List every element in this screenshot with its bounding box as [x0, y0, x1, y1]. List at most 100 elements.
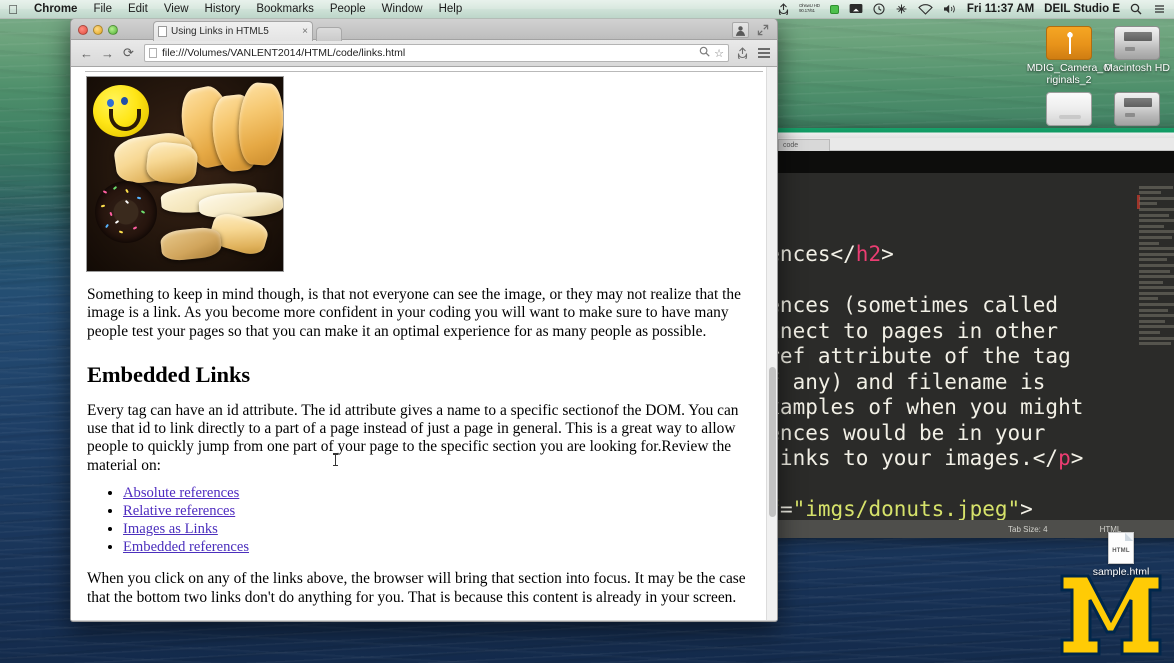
m-logo-svg: [1058, 570, 1164, 658]
code-line: erences</h2>: [776, 242, 1174, 268]
usb-drive-icon: [1046, 26, 1092, 60]
editor-tab-code[interactable]: code: [778, 139, 830, 151]
code-line: href attribute of the tag: [776, 344, 1174, 370]
code-line: [776, 268, 1174, 294]
editor-tab-bar[interactable]: code: [776, 138, 1174, 151]
close-icon[interactable]: ×: [299, 26, 308, 37]
search-icon[interactable]: [1125, 3, 1147, 15]
back-button[interactable]: ←: [78, 45, 95, 62]
disk-usage-meter[interactable]: OhswU HD 90.17/61: [794, 4, 825, 13]
link-relative-references[interactable]: Relative references: [123, 503, 235, 519]
menu-item-file[interactable]: File: [85, 0, 120, 19]
embedded-link-list: Absolute references Relative references …: [123, 485, 763, 556]
code-line: >: [776, 191, 1174, 217]
menubar-clock[interactable]: Fri 11:37 AM: [962, 3, 1039, 15]
list-item: Absolute references: [123, 485, 763, 502]
horizontal-rule: [85, 71, 763, 72]
browser-tab[interactable]: Using Links in HTML5 ×: [153, 21, 313, 41]
mac-menu-bar[interactable]:  Chrome File Edit View History Bookmark…: [0, 0, 1174, 19]
link-absolute-references[interactable]: Absolute references: [123, 485, 239, 501]
desktop-icon-hard-drive-2[interactable]: [1094, 92, 1174, 126]
menu-item-edit[interactable]: Edit: [120, 0, 156, 19]
editor-top-gap: [776, 151, 1174, 173]
link-images-as-links[interactable]: Images as Links: [123, 521, 218, 537]
code-line: erences (sometimes called: [776, 293, 1174, 319]
menu-item-bookmarks[interactable]: Bookmarks: [248, 0, 322, 19]
hard-drive-icon: [1114, 92, 1160, 126]
smiley-mouth: [109, 109, 141, 131]
editor-title-bar[interactable]: [776, 128, 1174, 138]
close-window-button[interactable]: [78, 25, 88, 35]
code-line: r links to your images.</p>: [776, 446, 1174, 472]
hard-drive-icon: [1114, 26, 1160, 60]
reload-button[interactable]: ⟳: [120, 45, 137, 62]
menu-item-window[interactable]: Window: [374, 0, 431, 19]
menu-item-view[interactable]: View: [156, 0, 197, 19]
status-tab-size[interactable]: Tab Size: 4: [1008, 525, 1048, 534]
maximize-window-button[interactable]: [108, 25, 118, 35]
browser-tab-title: Using Links in HTML5: [171, 26, 299, 37]
editor-code-area[interactable]: > erences</h2> erences (sometimes called…: [776, 173, 1174, 538]
paragraph-click-behavior: When you click on any of the links above…: [87, 570, 762, 607]
page-favicon-icon: [158, 26, 167, 37]
list-item: Images as Links: [123, 521, 763, 538]
volume-speaker-icon[interactable]: [938, 3, 962, 15]
hamburger-menu-icon[interactable]: [755, 48, 770, 58]
minimize-window-button[interactable]: [93, 25, 103, 35]
donuts-photo[interactable]: [86, 76, 284, 272]
zoom-magnifier-icon[interactable]: [695, 46, 710, 60]
smiley-face-donut: [93, 85, 149, 137]
chrome-browser-window[interactable]: Using Links in HTML5 × ← → ⟳ file:///Vol…: [70, 18, 778, 622]
disc-drive-icon: [1046, 92, 1092, 126]
fullscreen-arrows-icon[interactable]: [754, 22, 771, 38]
page-document-icon: [149, 48, 157, 58]
menu-item-chrome[interactable]: Chrome: [26, 0, 85, 19]
code-line: (if any) and filename is: [776, 370, 1174, 396]
menu-item-history[interactable]: History: [197, 0, 249, 19]
smiley-eye-right: [121, 97, 128, 105]
menubar-username[interactable]: DEIL Studio E: [1039, 3, 1125, 15]
file-type-badge: HTML: [1109, 548, 1133, 554]
notification-center-icon[interactable]: [1147, 3, 1170, 15]
green-status-dot-icon[interactable]: [825, 5, 844, 14]
html-file-icon: HTML: [1108, 532, 1134, 564]
desktop: MDIG_Camera_Originals_2 Macintosh HD cod…: [0, 0, 1174, 663]
chrome-toolbar[interactable]: ← → ⟳ file:///Volumes/VANLENT2014/HTML/c…: [71, 40, 777, 67]
code-line: erences would be in your: [776, 421, 1174, 447]
address-bar-url[interactable]: file:///Volumes/VANLENT2014/HTML/code/li…: [162, 47, 695, 59]
airplay-display-icon[interactable]: [844, 3, 868, 15]
page-viewport[interactable]: Something to keep in mind though, is tha…: [71, 67, 777, 620]
list-item: Relative references: [123, 503, 763, 520]
bookmark-star-icon[interactable]: ☆: [710, 47, 724, 60]
section-heading-embedded-links: Embedded Links: [87, 362, 763, 388]
sprinkle-donut: [95, 181, 157, 243]
editor-minimap[interactable]: [1134, 173, 1174, 538]
user-profile-icon[interactable]: [732, 22, 749, 38]
dropbox-extension-icon[interactable]: [734, 45, 751, 62]
link-embedded-references[interactable]: Embedded references: [123, 539, 249, 555]
chrome-tab-strip[interactable]: Using Links in HTML5 ×: [71, 19, 777, 40]
code-editor-window[interactable]: code > erences</h2> erences (sometimes c…: [776, 128, 1174, 538]
code-line: ref="imgs/donuts.jpeg">: [776, 497, 1174, 523]
wifi-icon[interactable]: [913, 3, 938, 15]
scrollbar-thumb[interactable]: [769, 367, 776, 517]
menu-item-help[interactable]: Help: [431, 0, 471, 19]
apple-logo-icon[interactable]: : [0, 3, 26, 16]
time-machine-clock-icon[interactable]: [868, 3, 890, 15]
paragraph-image-accessibility: Something to keep in mind though, is tha…: [87, 286, 762, 341]
code-line: [776, 472, 1174, 498]
code-line: [776, 217, 1174, 243]
new-tab-button[interactable]: [316, 27, 342, 41]
crosshair-icon[interactable]: [890, 3, 913, 15]
disk-meter-line-2: 90.17/61: [799, 8, 815, 13]
list-item: Embedded references: [123, 539, 763, 556]
cut-off-text-row: [85, 67, 763, 70]
dropbox-icon[interactable]: [773, 3, 794, 15]
desktop-icon-macintosh-hd[interactable]: Macintosh HD: [1094, 26, 1174, 74]
page-scrollbar[interactable]: [766, 67, 777, 620]
desktop-icon-label: Macintosh HD: [1094, 62, 1174, 74]
menu-item-people[interactable]: People: [322, 0, 374, 19]
text-cursor-icon: [335, 453, 336, 466]
address-bar[interactable]: file:///Volumes/VANLENT2014/HTML/code/li…: [144, 44, 729, 62]
forward-button[interactable]: →: [99, 45, 116, 62]
